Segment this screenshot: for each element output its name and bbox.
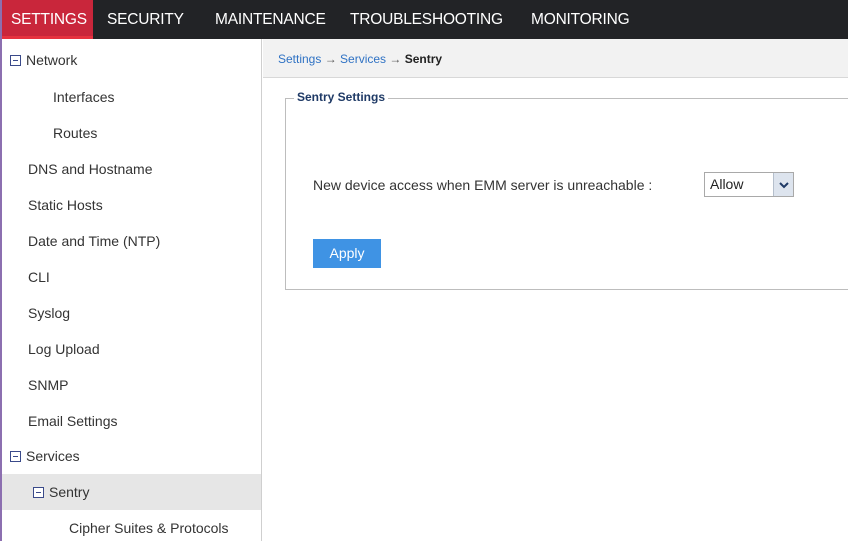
sidebar-item-sentry[interactable]: Sentry bbox=[2, 474, 261, 510]
breadcrumb: Settings → Services → Sentry bbox=[263, 39, 848, 78]
sidebar-item-label: Network bbox=[26, 52, 78, 68]
sidebar-item-label: Log Upload bbox=[28, 341, 100, 357]
apply-button[interactable]: Apply bbox=[313, 239, 381, 268]
tab-troubleshooting[interactable]: TROUBLESHOOTING bbox=[350, 0, 503, 39]
top-navigation: SETTINGS SECURITY MAINTENANCE TROUBLESHO… bbox=[0, 0, 848, 39]
breadcrumb-current: Sentry bbox=[404, 52, 443, 66]
breadcrumb-services[interactable]: Services bbox=[340, 52, 386, 66]
tab-settings[interactable]: SETTINGS bbox=[2, 0, 93, 39]
collapse-icon[interactable] bbox=[33, 487, 44, 498]
sidebar-item-label: Cipher Suites & Protocols bbox=[69, 520, 229, 536]
panel-title: Sentry Settings bbox=[294, 90, 389, 104]
sidebar-item-static-hosts[interactable]: Static Hosts bbox=[2, 187, 261, 223]
sidebar-item-label: Date and Time (NTP) bbox=[28, 233, 161, 249]
sidebar-item-log-upload[interactable]: Log Upload bbox=[2, 331, 261, 367]
main-content: Settings → Services → Sentry Sentry Sett… bbox=[263, 39, 848, 541]
sidebar-item-interfaces[interactable]: Interfaces bbox=[2, 79, 261, 115]
sidebar-item-date-and-time[interactable]: Date and Time (NTP) bbox=[2, 223, 261, 259]
sidebar: Network Interfaces Routes DNS and Hostna… bbox=[0, 39, 262, 541]
sidebar-item-dns-and-hostname[interactable]: DNS and Hostname bbox=[2, 151, 261, 187]
breadcrumb-separator: → bbox=[324, 52, 337, 66]
collapse-icon[interactable] bbox=[10, 451, 21, 462]
sidebar-item-label: Services bbox=[26, 448, 80, 464]
sidebar-item-label: Routes bbox=[53, 125, 98, 141]
tab-monitoring[interactable]: MONITORING bbox=[531, 0, 630, 39]
sidebar-item-label: Static Hosts bbox=[28, 197, 103, 213]
sidebar-item-label: Interfaces bbox=[53, 89, 115, 105]
sidebar-item-snmp[interactable]: SNMP bbox=[2, 367, 261, 403]
emm-unreachable-label: New device access when EMM server is unr… bbox=[313, 177, 653, 193]
breadcrumb-separator: → bbox=[389, 52, 402, 66]
sidebar-item-cli[interactable]: CLI bbox=[2, 259, 261, 295]
sidebar-item-label: CLI bbox=[28, 269, 50, 285]
sidebar-item-syslog[interactable]: Syslog bbox=[2, 295, 261, 331]
collapse-icon[interactable] bbox=[10, 55, 21, 66]
breadcrumb-settings[interactable]: Settings bbox=[278, 52, 321, 66]
sentry-settings-panel: Sentry Settings New device access when E… bbox=[285, 90, 848, 290]
sidebar-item-network[interactable]: Network bbox=[2, 42, 261, 78]
sidebar-item-email-settings[interactable]: Email Settings bbox=[2, 403, 261, 439]
sidebar-item-label: Syslog bbox=[28, 305, 71, 321]
tab-security[interactable]: SECURITY bbox=[107, 0, 184, 39]
chevron-down-icon[interactable] bbox=[773, 173, 793, 196]
sidebar-item-label: DNS and Hostname bbox=[28, 161, 153, 177]
device-access-select[interactable]: Allow bbox=[704, 172, 794, 197]
select-value: Allow bbox=[710, 176, 744, 192]
tab-maintenance[interactable]: MAINTENANCE bbox=[215, 0, 326, 39]
sidebar-item-label: Email Settings bbox=[28, 413, 118, 429]
sidebar-item-label: SNMP bbox=[28, 377, 69, 393]
sidebar-item-label: Sentry bbox=[49, 484, 90, 500]
sidebar-item-services[interactable]: Services bbox=[2, 438, 261, 474]
sidebar-item-routes[interactable]: Routes bbox=[2, 115, 261, 151]
